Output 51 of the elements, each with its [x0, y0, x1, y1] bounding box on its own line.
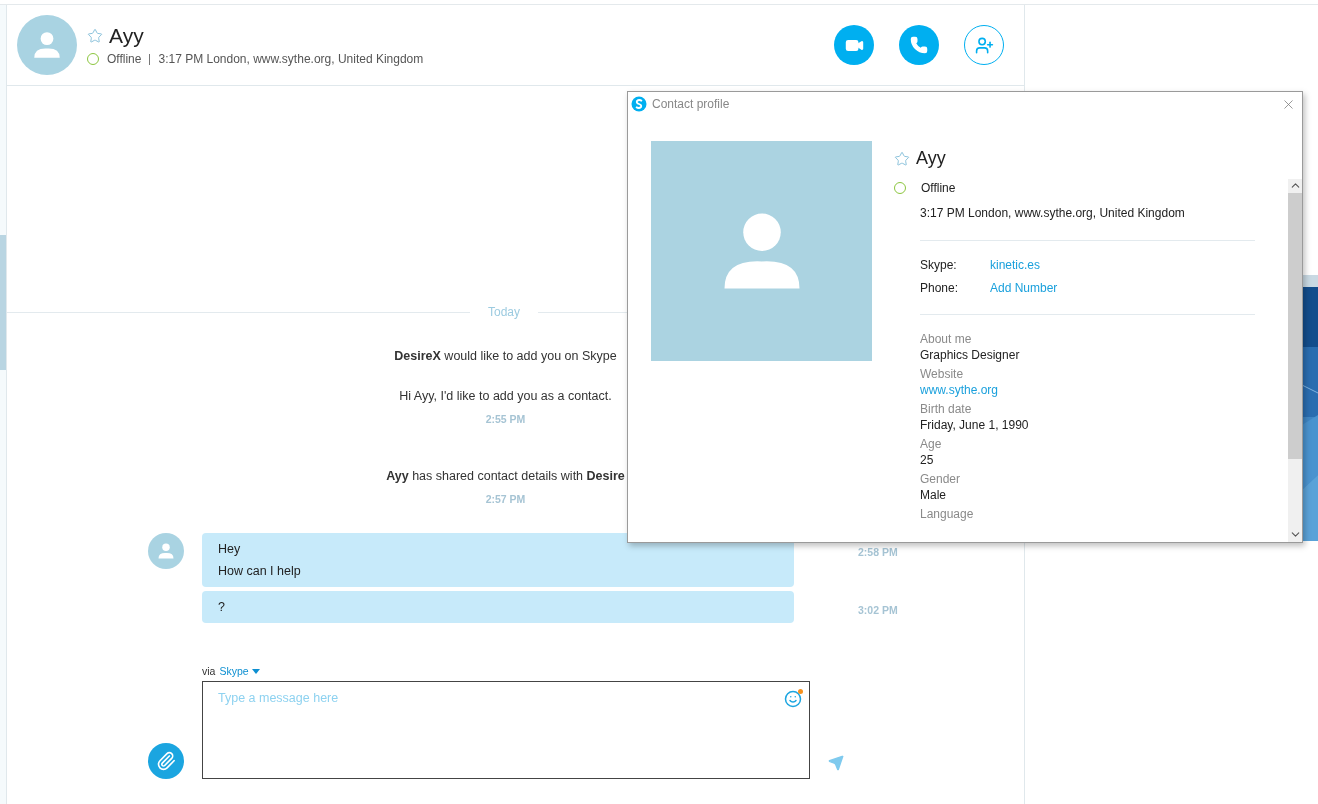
- paperclip-icon: [156, 751, 176, 771]
- message-time: 3:02 PM: [858, 604, 898, 616]
- phone-icon: [910, 36, 928, 54]
- message-text: Hey: [218, 542, 242, 556]
- field-value: Male: [920, 488, 946, 502]
- favorite-star-icon[interactable]: [894, 150, 910, 167]
- send-button[interactable]: [828, 755, 844, 771]
- field-value: 25: [920, 453, 934, 467]
- notice-text: DesireX would like to add you on Skype: [394, 349, 617, 363]
- field-label: Skype:: [920, 258, 958, 272]
- dialog-title: Contact profile: [652, 97, 731, 111]
- emoticon-icon[interactable]: [784, 690, 802, 708]
- field-link[interactable]: kinetic.es: [990, 258, 1255, 272]
- scrollbar[interactable]: [1288, 179, 1302, 542]
- field-label: Birth date: [920, 402, 972, 416]
- message-input[interactable]: Type a message here: [202, 681, 810, 779]
- contact-location: 3:17 PM London, www.sythe.org, United Kingdom: [158, 52, 424, 66]
- favorite-star-icon[interactable]: [87, 28, 103, 44]
- message-text: ?: [218, 600, 226, 614]
- contact-status: Offline: [107, 52, 142, 66]
- field-label: Website: [920, 367, 964, 381]
- app-logo-icon: [631, 96, 647, 112]
- person-icon: [156, 541, 176, 561]
- field-label: Age: [920, 437, 942, 451]
- field-link[interactable]: Add Number: [990, 281, 1255, 295]
- attach-button[interactable]: [148, 743, 184, 779]
- field-label: Phone:: [920, 281, 960, 295]
- field-label: Language: [920, 507, 974, 521]
- timestamp: 2:57 PM: [485, 493, 526, 505]
- call-button[interactable]: [899, 25, 939, 65]
- video-call-button[interactable]: [834, 25, 874, 65]
- timestamp: 2:55 PM: [485, 413, 526, 425]
- field-value: Friday, June 1, 1990: [920, 418, 1029, 432]
- field-label: Gender: [920, 472, 961, 486]
- contact-name: Ayy: [109, 24, 144, 48]
- message-time: 2:58 PM: [858, 546, 898, 558]
- caret-icon: [251, 668, 260, 674]
- field-value: Graphics Designer: [920, 348, 1020, 362]
- notice-text: Hi Ayy, I'd like to add you as a contact.: [399, 389, 612, 403]
- profile-location: 3:17 PM London, www.sythe.org, United Kingdom: [920, 206, 1186, 220]
- add-contact-button[interactable]: [964, 25, 1004, 65]
- website-link[interactable]: www.sythe.org: [920, 383, 999, 397]
- add-person-icon: [974, 35, 994, 55]
- profile-name: Ayy: [916, 148, 946, 169]
- notice-text: Ayy has shared contact details with Desire: [386, 469, 625, 483]
- message-text: How can I help: [218, 564, 302, 578]
- via-label: via: [202, 665, 216, 677]
- service-selector[interactable]: Skype: [219, 665, 260, 677]
- profile-status: Offline: [921, 181, 956, 195]
- field-label: About me: [920, 332, 972, 346]
- date-divider: Today: [488, 305, 521, 319]
